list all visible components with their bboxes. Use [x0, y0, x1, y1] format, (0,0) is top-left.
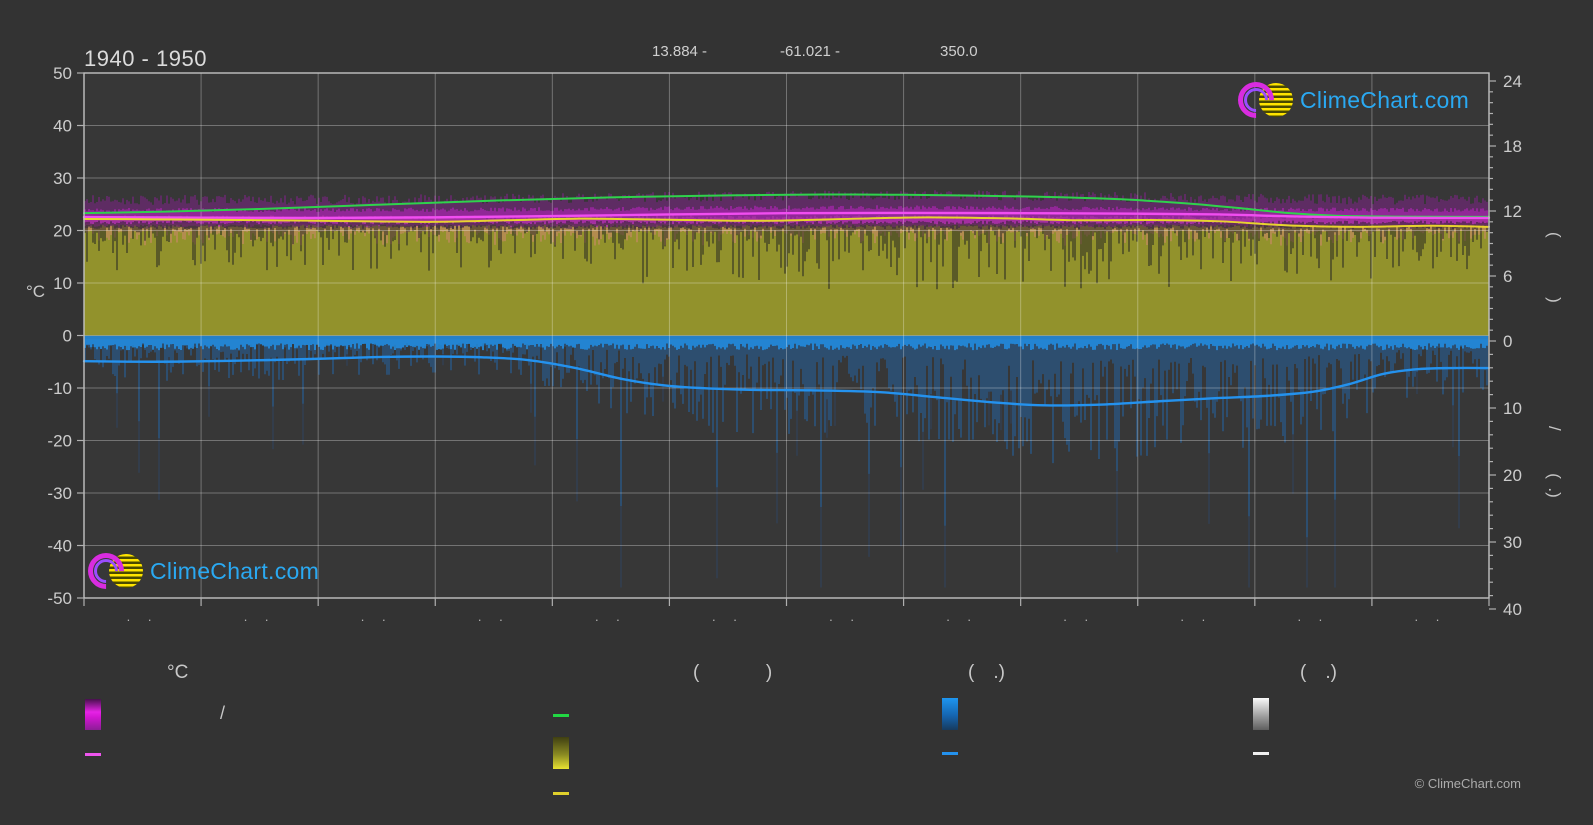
month-tick-label: . .: [1063, 609, 1095, 624]
left-tick-label: -30: [47, 484, 72, 503]
right-bottom-tick-label: 30: [1503, 533, 1522, 552]
legend-snow-header: ( .): [1300, 662, 1337, 683]
left-tick-label: -50: [47, 589, 72, 608]
left-tick-label: 40: [53, 117, 72, 136]
month-tick-label: . .: [127, 609, 159, 624]
legend-daylight-line-swatch: [553, 714, 569, 717]
right-top-tick-label: 12: [1503, 202, 1522, 221]
legend-temp-mean-line-swatch: [85, 753, 101, 756]
elevation-value: 350.0: [940, 43, 978, 60]
logo-text: ClimeChart.com: [150, 557, 320, 584]
month-tick-label: . .: [595, 609, 627, 624]
right-axis-top-title: ( ): [1545, 232, 1564, 303]
month-tick-label: . .: [244, 609, 276, 624]
legend-precip-line-swatch: [942, 752, 958, 755]
climechart-logo-top[interactable]: ClimeChart.com: [1230, 74, 1470, 126]
month-tick-label: . .: [478, 609, 510, 624]
month-tick-label: . .: [1415, 609, 1447, 624]
latitude-value: 13.884 -: [652, 43, 708, 60]
right-top-tick-label: 24: [1503, 72, 1522, 91]
legend-sunshine-line-swatch: [553, 792, 569, 795]
legend-snow-gradient-swatch: [1253, 698, 1269, 730]
logo-text: ClimeChart.com: [1300, 86, 1470, 113]
right-bottom-tick-label: 40: [1503, 600, 1522, 619]
month-tick-label: . .: [829, 609, 861, 624]
left-tick-label: 30: [53, 169, 72, 188]
chart-title: 1940 - 1950: [84, 46, 207, 71]
right-bottom-tick-label: 20: [1503, 466, 1522, 485]
legend-sunshine-header: ( ): [693, 662, 773, 683]
right-top-tick-label: 6: [1503, 267, 1512, 286]
left-tick-label: 50: [53, 64, 72, 83]
longitude-value: -61.021 -: [780, 43, 841, 60]
month-tick-label: . .: [712, 609, 744, 624]
legend-temp-unit: °C: [167, 662, 189, 683]
left-tick-label: 20: [53, 222, 72, 241]
legend-snow-line-swatch: [1253, 752, 1269, 755]
right-top-tick-label: 0: [1503, 332, 1512, 351]
left-tick-label: -40: [47, 537, 72, 556]
legend-temp-max-gradient-swatch: [85, 699, 101, 730]
left-axis-title: °C: [26, 282, 46, 301]
month-tick-label: . .: [946, 609, 978, 624]
climate-chart-page: 50 40 30 20 10 0 -10 -20 -30 -40 -50 24 18 12 6 0 10 20 30…: [0, 0, 1593, 825]
legend-sunshine-gradient-swatch: [553, 737, 569, 769]
month-tick-label: . .: [361, 609, 393, 624]
legend-temp-maxmin-label: /: [220, 703, 226, 723]
left-tick-label: -10: [47, 379, 72, 398]
right-top-tick-label: 18: [1503, 137, 1522, 156]
month-tick-label: . .: [1180, 609, 1212, 624]
right-axis-bottom-title: / ( .): [1545, 426, 1564, 498]
left-tick-label: -20: [47, 432, 72, 451]
left-tick-label: 0: [63, 327, 72, 346]
climechart-logo-bottom[interactable]: ClimeChart.com: [80, 545, 320, 597]
legend-precip-gradient-swatch: [942, 698, 958, 730]
legend-precip-header: ( .): [968, 662, 1005, 683]
left-tick-label: 10: [53, 274, 72, 293]
month-tick-label: . .: [1297, 609, 1329, 624]
right-bottom-tick-label: 10: [1503, 399, 1522, 418]
copyright-text: © ClimeChart.com: [1414, 776, 1521, 791]
